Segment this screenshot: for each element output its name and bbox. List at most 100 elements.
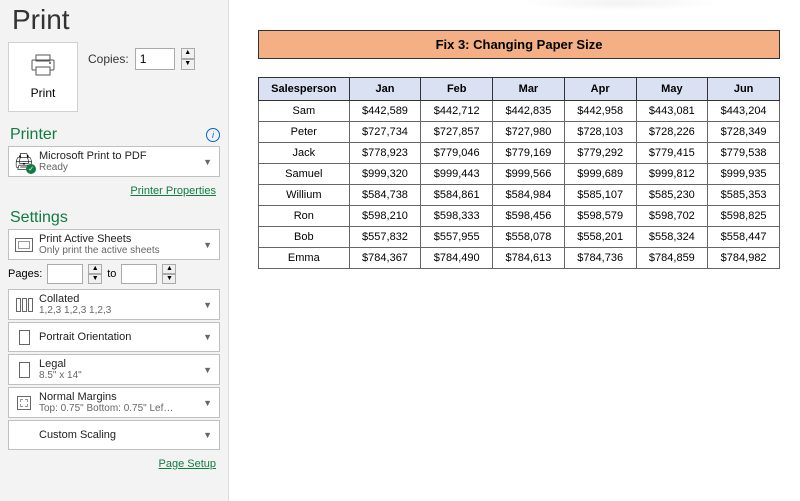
document-title: Fix 3: Changing Paper Size (258, 30, 780, 59)
table-cell: $727,980 (493, 122, 565, 143)
pages-label: Pages: (8, 268, 42, 280)
table-row: Emma$784,367$784,490$784,613$784,736$784… (259, 248, 780, 269)
table-row: Sam$442,589$442,712$442,835$442,958$443,… (259, 101, 780, 122)
table-cell: $999,443 (421, 164, 493, 185)
table-cell: $598,825 (708, 206, 780, 227)
table-header: May (636, 78, 708, 101)
table-cell: Willium (259, 185, 350, 206)
pages-range: Pages: ▲▼ to ▲▼ (8, 264, 220, 284)
table-cell: $584,861 (421, 185, 493, 206)
chevron-down-icon: ▼ (200, 365, 215, 375)
table-cell: $784,859 (636, 248, 708, 269)
info-icon[interactable]: i (206, 128, 220, 142)
table-cell: $784,367 (349, 248, 421, 269)
collate-icon (13, 294, 35, 316)
printer-selector[interactable]: 🖨 Microsoft Print to PDF Ready ▼ (8, 146, 220, 177)
table-row: Peter$727,734$727,857$727,980$728,103 $72… (259, 122, 780, 143)
table-cell: $598,579 (564, 206, 636, 227)
settings-heading: Settings (8, 205, 220, 229)
table-cell: Ron (259, 206, 350, 227)
table-cell: $442,712 (421, 101, 493, 122)
scaling-selector[interactable]: Custom Scaling ▼ (8, 420, 220, 450)
table-cell: $558,078 (493, 227, 565, 248)
print-button[interactable]: Print (8, 42, 78, 112)
decorative-smudge (520, 0, 720, 11)
table-cell: $598,333 (421, 206, 493, 227)
chevron-down-icon: ▼ (200, 240, 215, 250)
table-cell: $727,734 (349, 122, 421, 143)
page-title: Print (8, 2, 220, 42)
printer-name: Microsoft Print to PDF (39, 150, 200, 162)
printer-status: Ready (39, 162, 200, 173)
table-cell: $779,415 (636, 143, 708, 164)
margins-icon (13, 392, 35, 414)
chevron-down-icon: ▼ (200, 332, 215, 342)
printer-status-icon: 🖨 (13, 151, 35, 173)
table-cell: $557,832 (349, 227, 421, 248)
copies-input[interactable] (135, 48, 175, 70)
chevron-down-icon: ▼ (200, 157, 215, 167)
table-cell: $784,490 (421, 248, 493, 269)
orientation-selector[interactable]: Portrait Orientation ▼ (8, 322, 220, 352)
table-cell: Emma (259, 248, 350, 269)
table-header: Salesperson (259, 78, 350, 101)
print-button-label: Print (31, 86, 56, 100)
table-cell: $442,589 (349, 101, 421, 122)
table-cell: $784,736 (564, 248, 636, 269)
table-cell: $443,204 (708, 101, 780, 122)
table-cell: Jack (259, 143, 350, 164)
table-cell: $779,538 (708, 143, 780, 164)
table-row: Bob$557,832$557,955$558,078$558,201$558,… (259, 227, 780, 248)
printer-heading: Printer i (8, 122, 220, 146)
pages-from-spinner[interactable]: ▲▼ (88, 264, 102, 284)
pages-to-spinner[interactable]: ▲▼ (162, 264, 176, 284)
table-cell: $598,210 (349, 206, 421, 227)
table-row: Ron$598,210$598,333$598,456$598,579$598,… (259, 206, 780, 227)
print-row: Print Copies: ▲▼ (8, 42, 220, 112)
print-what-selector[interactable]: Print Active Sheets Only print the activ… (8, 229, 220, 260)
table-header: Feb (421, 78, 493, 101)
table-cell: $558,324 (636, 227, 708, 248)
portrait-icon (13, 326, 35, 348)
page-setup-link[interactable]: Page Setup (159, 458, 217, 470)
margins-selector[interactable]: Normal Margins Top: 0.75" Bottom: 0.75" … (8, 387, 220, 418)
table-cell: $778,923 (349, 143, 421, 164)
pages-to-label: to (107, 268, 116, 280)
copies-group: Copies: ▲▼ (88, 48, 195, 70)
printer-properties-link[interactable]: Printer Properties (130, 185, 216, 197)
table-cell: $584,984 (493, 185, 565, 206)
pages-to-input[interactable] (121, 264, 157, 284)
copies-spinner[interactable]: ▲▼ (181, 48, 195, 70)
table-cell: $442,835 (493, 101, 565, 122)
table-cell: $442,958 (564, 101, 636, 122)
table-row: Willium$584,738$584,861$584,984$585,107$… (259, 185, 780, 206)
table-cell: $727,857 (421, 122, 493, 143)
table-cell: Peter (259, 122, 350, 143)
table-header: Jun (708, 78, 780, 101)
table-cell: $728,349 (708, 122, 780, 143)
table-cell: $598,702 (636, 206, 708, 227)
table-cell: $784,982 (708, 248, 780, 269)
print-preview: Fix 3: Changing Paper Size Salesperson Ja… (228, 0, 800, 501)
table-cell: $728,103 (564, 122, 636, 143)
backstage-panel: Print Print Copies: ▲▼ Printer i 🖨 Micro… (0, 0, 228, 501)
printer-icon (30, 54, 56, 82)
paper-size-selector[interactable]: Legal 8.5" x 14" ▼ (8, 354, 220, 385)
chevron-up-icon[interactable]: ▲ (181, 48, 195, 59)
table-row: Samuel$999,320$999,443$999,566$999,689$9… (259, 164, 780, 185)
table-row: Jack$778,923$779,046$779,169$779,292$779… (259, 143, 780, 164)
blank-icon (13, 424, 35, 446)
table-cell: $585,353 (708, 185, 780, 206)
table-cell: $999,812 (636, 164, 708, 185)
collation-selector[interactable]: Collated 1,2,3 1,2,3 1,2,3 ▼ (8, 289, 220, 320)
table-cell: $779,292 (564, 143, 636, 164)
table-cell: $999,566 (493, 164, 565, 185)
pages-from-input[interactable] (47, 264, 83, 284)
chevron-down-icon: ▼ (200, 300, 215, 310)
table-cell: $443,081 (636, 101, 708, 122)
sheets-icon (13, 234, 35, 256)
table-cell: $584,738 (349, 185, 421, 206)
table-cell: $585,230 (636, 185, 708, 206)
chevron-down-icon[interactable]: ▼ (181, 59, 195, 70)
page-icon (13, 359, 35, 381)
